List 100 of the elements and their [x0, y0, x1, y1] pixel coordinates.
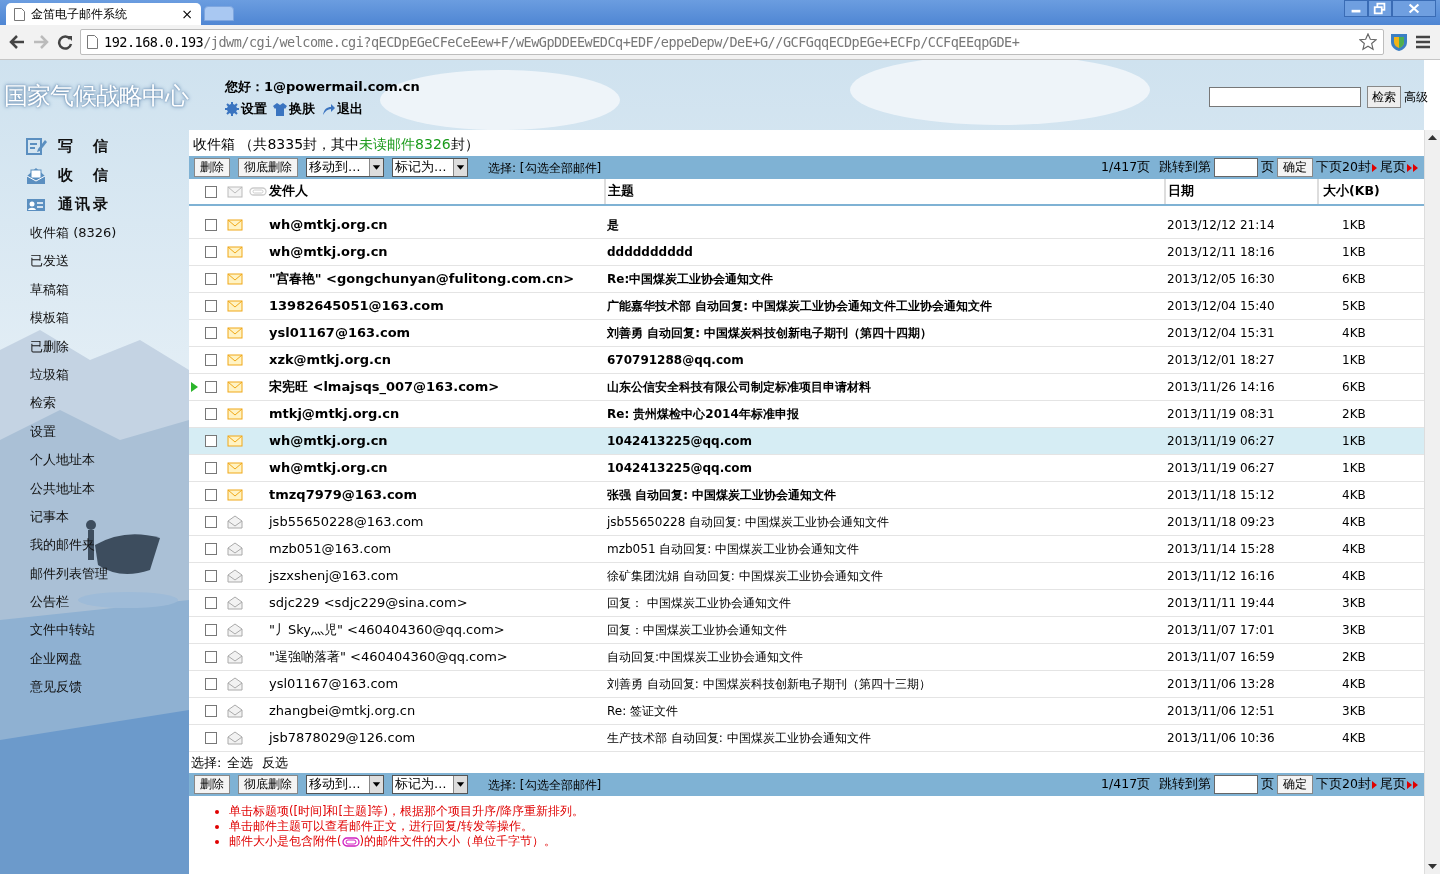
mail-row[interactable]: tmzq7979@163.com 张强 自动回复: 中国煤炭工业协会通知文件 2013/11/18 15:12 4KB: [189, 481, 1424, 508]
delete-button[interactable]: 删除: [194, 158, 230, 177]
mail-row[interactable]: wh@mtkj.org.cn dddddddddd 2013/12/11 18:16 1KB: [189, 238, 1424, 265]
folder-link[interactable]: 草稿箱: [26, 275, 189, 305]
subject-link[interactable]: 回复：中国煤炭工业协会通知文件: [607, 620, 787, 639]
column-header[interactable]: 日期: [1168, 183, 1194, 199]
subject-link[interactable]: 1042413225@qq.com: [607, 431, 753, 450]
mail-row[interactable]: "逞強啲落著" <460404360@qq.com> 自动回复:中国煤炭工业协会通知文件 2013/11/07 16:59 2KB: [189, 643, 1424, 670]
scrollbar[interactable]: [1424, 130, 1440, 874]
minimize-icon[interactable]: [1344, 0, 1368, 17]
checkbox[interactable]: [205, 597, 217, 609]
mail-row[interactable]: 13982645051@163.com 广能嘉华技术部 自动回复: 中国煤炭工业协会通知文件工业协会通知文件 2013/12/04 15:40 5KB: [189, 292, 1424, 319]
mail-row[interactable]: xzk@mtkj.org.cn 670791288@qq.com 2013/12/01 18:27 1KB: [189, 346, 1424, 373]
subject-link[interactable]: Re: 签证文件: [607, 701, 679, 720]
checkbox[interactable]: [205, 462, 217, 474]
folder-link[interactable]: 已发送: [26, 247, 189, 276]
mail-row[interactable]: 宋宪旺 <lmajsqs_007@163.com> 山东公信安全科技有限公司制定标准项目申请材料 2013/11/26 14:16 6KB: [189, 373, 1424, 400]
star-icon[interactable]: [1359, 33, 1377, 51]
checkbox[interactable]: [205, 624, 217, 636]
close-tab-button[interactable]: ×: [181, 3, 193, 25]
checkbox[interactable]: [205, 489, 217, 501]
mail-row[interactable]: ysl01167@163.com 刘善勇 自动回复: 中国煤炭科技创新电子期刊（第四十四期） 2013/12/04 15:31 4KB: [189, 319, 1424, 346]
checkbox[interactable]: [205, 246, 217, 258]
subject-link[interactable]: 张强 自动回复: 中国煤炭工业协会通知文件: [607, 485, 837, 504]
checkbox[interactable]: [205, 516, 217, 528]
mail-row[interactable]: wh@mtkj.org.cn 是 2013/12/12 21:14 1KB: [189, 205, 1424, 238]
advanced-search-link[interactable]: 高级: [1404, 88, 1428, 106]
skin-link[interactable]: 换肤: [273, 99, 315, 119]
mail-row[interactable]: zhangbei@mtkj.org.cn Re: 签证文件 2013/11/06 12:51 3KB: [189, 697, 1424, 724]
column-header[interactable]: 大小(KB): [1323, 183, 1380, 199]
checkbox[interactable]: [205, 300, 217, 312]
mark-as-dropdown[interactable]: 标记为…: [392, 158, 468, 177]
mail-row[interactable]: sdjc229 <sdjc229@sina.com> 回复： 中国煤炭工业协会通知文件 2013/11/11 19:44 3KB: [189, 589, 1424, 616]
folder-link[interactable]: 收件箱 (8326): [26, 219, 189, 248]
checkbox[interactable]: [205, 651, 217, 663]
checkbox[interactable]: [205, 381, 217, 393]
contacts-link[interactable]: 通讯录: [26, 190, 189, 219]
folder-link[interactable]: 垃圾箱: [26, 360, 189, 390]
delete-permanently-button[interactable]: 彻底删除: [238, 158, 298, 177]
checkbox[interactable]: [205, 543, 217, 555]
receive-link[interactable]: 收 信: [26, 161, 189, 190]
subject-link[interactable]: 刘善勇 自动回复: 中国煤炭科技创新电子期刊（第四十四期）: [607, 323, 933, 342]
checkbox[interactable]: [205, 705, 217, 717]
subject-link[interactable]: 自动回复:中国煤炭工业协会通知文件: [607, 647, 804, 666]
subject-link[interactable]: dddddddddd: [607, 242, 693, 261]
next-page-link[interactable]: 下页20封: [1316, 158, 1377, 177]
select-all-link[interactable]: 选择: [勾选全部邮件]: [488, 775, 602, 794]
subject-link[interactable]: 广能嘉华技术部 自动回复: 中国煤炭工业协会通知文件工业协会通知文件: [607, 296, 993, 315]
mail-row[interactable]: mtkj@mtkj.org.cn Re: 贵州煤检中心2014年标准申报 2013/11/19 08:31 2KB: [189, 400, 1424, 427]
mark-as-dropdown[interactable]: 标记为…: [392, 775, 468, 794]
subject-link[interactable]: 徐矿集团沈娟 自动回复: 中国煤炭工业协会通知文件: [607, 566, 883, 585]
move-to-dropdown[interactable]: 移动到…: [306, 158, 384, 177]
folder-link[interactable]: 公告栏: [26, 588, 189, 617]
compose-link[interactable]: 写 信: [26, 132, 189, 161]
folder-link[interactable]: 记事本: [26, 502, 189, 532]
subject-link[interactable]: 670791288@qq.com: [607, 350, 744, 369]
last-page-link[interactable]: 尾页: [1380, 158, 1418, 177]
mail-row[interactable]: ysl01167@163.com 刘善勇 自动回复: 中国煤炭科技创新电子期刊（第四十三期） 2013/11/06 13:28 4KB: [189, 670, 1424, 697]
subject-link[interactable]: jsb55650228 自动回复: 中国煤炭工业协会通知文件: [607, 512, 889, 531]
checkbox[interactable]: [205, 219, 217, 232]
folder-link[interactable]: 企业网盘: [26, 644, 189, 674]
subject-link[interactable]: Re: 贵州煤检中心2014年标准申报: [607, 404, 799, 423]
search-field[interactable]: [1209, 87, 1361, 107]
checkbox[interactable]: [205, 185, 217, 198]
folder-link[interactable]: 设置: [26, 417, 189, 447]
last-page-link[interactable]: 尾页: [1380, 775, 1418, 794]
column-header[interactable]: 发件人: [269, 183, 308, 199]
address-bar[interactable]: 192.168.0.193/jdwm/cgi/welcome.cgi?qECDpEGeCFeCeEew+F/wEwGpDDEEwEDCq+EDF/eppeDepw/DeE+G//GCFGqqECDpEGe+ECFp/CCFqEEqpGDE+: [80, 29, 1384, 55]
restore-icon[interactable]: [1368, 0, 1392, 17]
checkbox[interactable]: [205, 273, 217, 285]
subject-link[interactable]: 山东公信安全科技有限公司制定标准项目申请材料: [607, 377, 871, 396]
select-all-link[interactable]: 选择: [勾选全部邮件]: [488, 158, 602, 177]
checkbox[interactable]: [205, 354, 217, 366]
subject-link[interactable]: 1042413225@qq.com: [607, 458, 753, 477]
menu-icon[interactable]: [1414, 34, 1432, 50]
reload-icon[interactable]: [56, 34, 74, 50]
settings-link[interactable]: 设置: [225, 99, 267, 119]
browser-tab[interactable]: 金笛电子邮件系统 ×: [6, 3, 201, 25]
subject-link[interactable]: 是: [607, 215, 619, 234]
column-header[interactable]: 主题: [608, 183, 634, 199]
folder-link[interactable]: 文件中转站: [26, 616, 189, 645]
mail-row[interactable]: "丿Sky灬児" <460404360@qq.com> 回复：中国煤炭工业协会通知文件 2013/11/07 17:01 3KB: [189, 616, 1424, 643]
checkbox[interactable]: [205, 435, 217, 447]
folder-link[interactable]: 我的邮件夹: [26, 531, 189, 560]
checkbox[interactable]: [205, 570, 217, 582]
folder-link[interactable]: 检索: [26, 389, 189, 418]
confirm-button[interactable]: 确定: [1277, 775, 1314, 794]
confirm-button[interactable]: 确定: [1277, 158, 1314, 177]
mail-row[interactable]: jsb7878029@126.com 生产技术部 自动回复: 中国煤炭工业协会通知文件 2013/11/06 10:36 4KB: [189, 724, 1424, 751]
checkbox[interactable]: [205, 408, 217, 420]
folder-link[interactable]: 已删除: [26, 332, 189, 361]
checkbox[interactable]: [205, 327, 217, 339]
subject-link[interactable]: 回复： 中国煤炭工业协会通知文件: [607, 593, 791, 612]
checkbox[interactable]: [205, 678, 217, 690]
checkbox[interactable]: [205, 732, 217, 744]
subject-link[interactable]: mzb051 自动回复: 中国煤炭工业协会通知文件: [607, 539, 860, 558]
mail-row[interactable]: jsb55650228@163.com jsb55650228 自动回复: 中国煤炭工业协会通知文件 2013/11/18 09:23 4KB: [189, 508, 1424, 535]
page-number-field[interactable]: [1214, 775, 1259, 794]
page-number-field[interactable]: [1214, 158, 1259, 177]
invert-selection-link[interactable]: 反选: [262, 752, 289, 772]
